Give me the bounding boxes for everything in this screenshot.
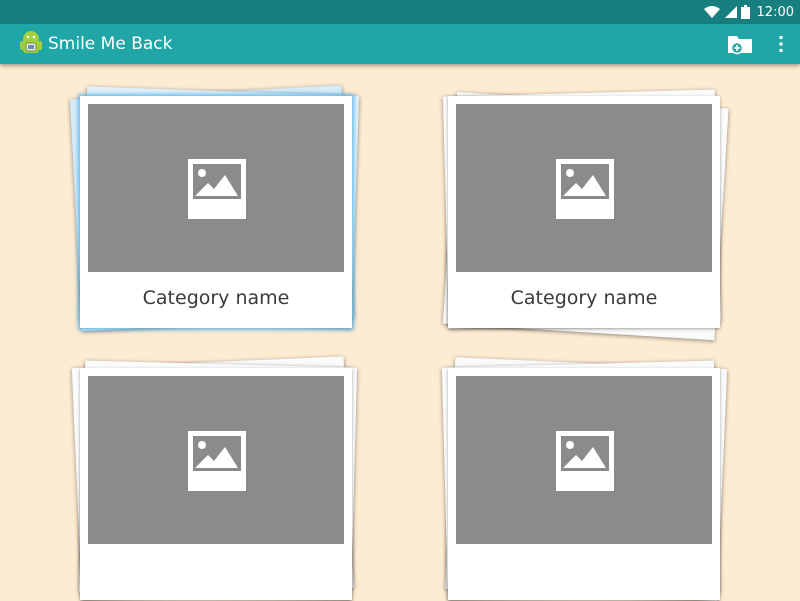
folder-add-icon	[728, 36, 752, 55]
category-name: Category name	[142, 287, 290, 309]
status-bar: 12:00	[0, 0, 800, 24]
android-app-logo	[20, 31, 42, 53]
image-placeholder-icon	[556, 431, 614, 491]
category-thumbnail	[456, 376, 712, 544]
category-thumbnail	[88, 104, 344, 272]
category-card[interactable]	[448, 368, 720, 600]
category-name	[448, 550, 720, 590]
category-name: Category name	[510, 287, 658, 309]
overflow-menu-icon	[779, 36, 783, 52]
category-stack	[71, 356, 358, 600]
cell-signal-icon	[724, 6, 737, 18]
battery-icon	[740, 5, 750, 19]
category-card[interactable]: Category name	[80, 96, 352, 328]
category-card[interactable]: Category name	[448, 96, 720, 328]
category-stack	[441, 357, 728, 601]
category-name	[80, 550, 352, 590]
category-card[interactable]	[80, 368, 352, 600]
image-placeholder-icon	[556, 159, 614, 219]
app-title: Smile Me Back	[48, 34, 173, 54]
overflow-menu-button[interactable]	[772, 32, 790, 56]
add-folder-button[interactable]	[726, 32, 754, 56]
category-stack: Category name	[69, 85, 360, 332]
category-thumbnail	[88, 376, 344, 544]
app-bar: Smile Me Back	[0, 24, 800, 64]
category-stack: Category name	[442, 89, 729, 341]
status-icons: 12:00	[703, 0, 794, 24]
image-placeholder-icon	[188, 431, 246, 491]
category-thumbnail	[456, 104, 712, 272]
wifi-icon	[703, 6, 720, 18]
status-time: 12:00	[756, 4, 794, 20]
image-placeholder-icon	[188, 159, 246, 219]
